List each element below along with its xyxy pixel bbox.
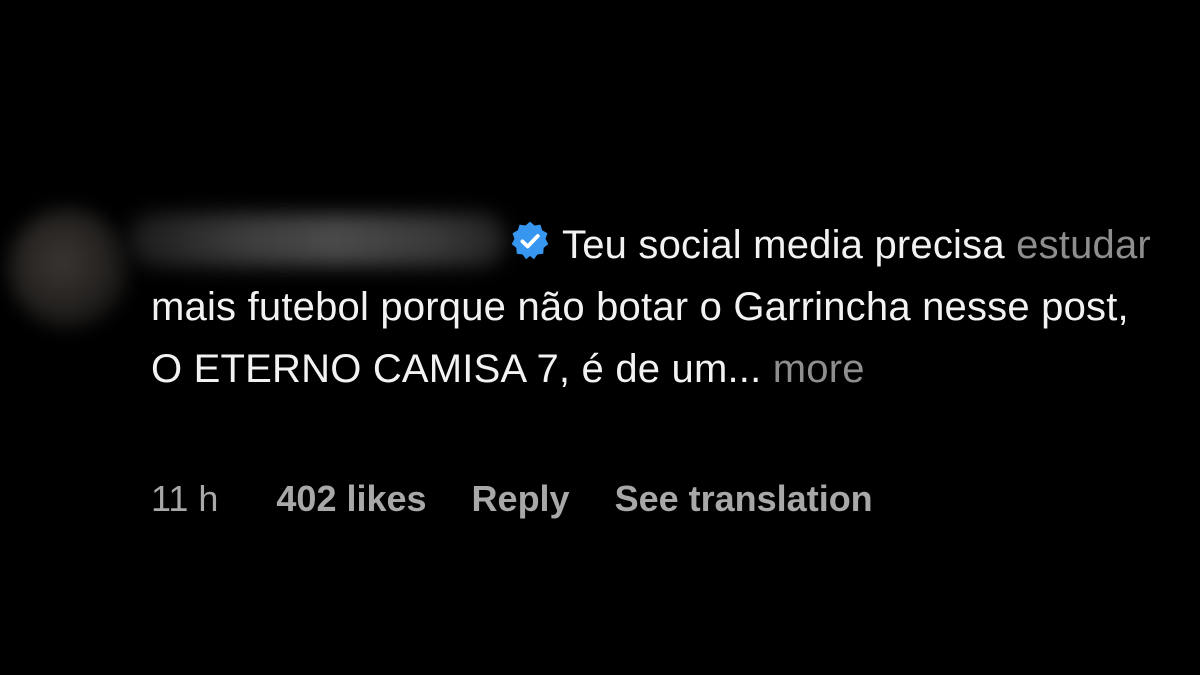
reply-button[interactable]: Reply — [472, 478, 570, 520]
comment: Teu social media precisa estudar mais fu… — [0, 0, 1200, 675]
likes-count[interactable]: 402 likes — [276, 478, 426, 520]
avatar[interactable] — [8, 208, 128, 328]
see-translation-button[interactable]: See translation — [615, 478, 873, 520]
comment-text: Teu social media precisa estudar mais fu… — [151, 214, 1171, 400]
more-link[interactable]: more — [773, 347, 865, 391]
comment-meta: 11 h 402 likes Reply See translation — [151, 473, 873, 525]
comment-text-lead: Teu social media precisa — [562, 223, 1005, 267]
comment-text-body: mais futebol porque não botar o Garrinch… — [151, 285, 1129, 391]
comment-time: 11 h — [151, 478, 219, 519]
comment-text-dim: estudar — [1016, 223, 1151, 267]
